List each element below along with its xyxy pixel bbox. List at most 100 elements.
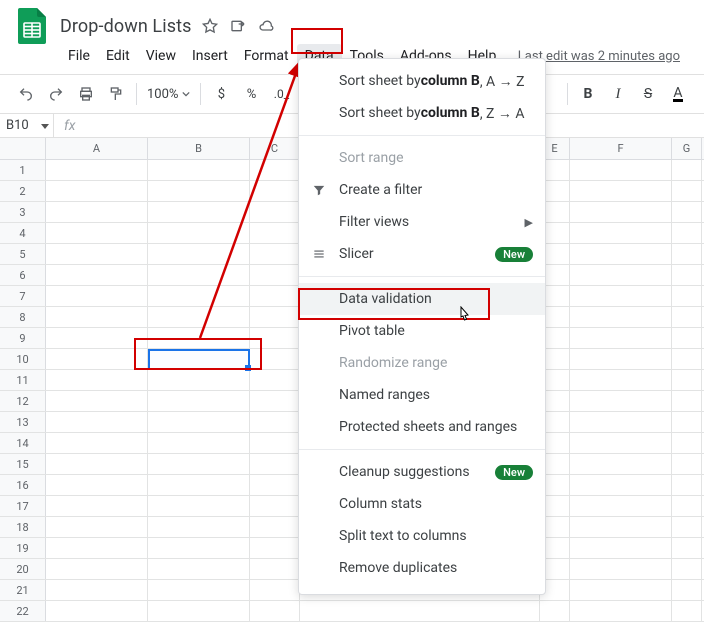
cell[interactable] [540,601,570,621]
cell[interactable] [46,328,148,348]
cell[interactable] [250,328,300,348]
menu-insert[interactable]: Insert [184,44,236,68]
move-icon[interactable] [229,17,247,35]
cell[interactable] [672,559,702,579]
strikethrough-button[interactable]: S [634,80,662,108]
row-header[interactable]: 20 [0,559,46,579]
row-header[interactable]: 11 [0,370,46,390]
cell[interactable] [250,181,300,201]
cell[interactable] [148,412,250,432]
cell[interactable] [46,223,148,243]
cell[interactable] [148,538,250,558]
cell[interactable] [250,433,300,453]
cell[interactable] [46,454,148,474]
cell[interactable] [570,286,672,306]
cell[interactable] [570,328,672,348]
cell[interactable] [250,265,300,285]
cell[interactable] [570,454,672,474]
cell[interactable] [250,538,300,558]
cell[interactable] [148,328,250,348]
cell[interactable] [46,244,148,264]
cell[interactable] [148,160,250,180]
row-header[interactable]: 4 [0,223,46,243]
cell[interactable] [148,202,250,222]
zoom-select[interactable]: 100% [143,87,194,102]
row-header[interactable]: 16 [0,475,46,495]
cell[interactable] [250,307,300,327]
cell[interactable] [250,496,300,516]
cell[interactable] [148,307,250,327]
cell[interactable] [250,286,300,306]
cell[interactable] [46,412,148,432]
text-color-button[interactable]: A [664,80,692,108]
cell[interactable] [148,433,250,453]
paint-format-button[interactable] [102,80,130,108]
cell[interactable] [250,160,300,180]
cell[interactable] [250,202,300,222]
menu-column-stats[interactable]: Column stats [299,488,545,520]
row-header[interactable]: 2 [0,181,46,201]
cell[interactable] [570,517,672,537]
cell[interactable] [570,244,672,264]
row-header[interactable]: 3 [0,202,46,222]
row-header[interactable]: 8 [0,307,46,327]
cell[interactable] [250,244,300,264]
redo-button[interactable] [42,80,70,108]
star-icon[interactable] [201,17,219,35]
cell[interactable] [672,433,702,453]
cell[interactable] [46,580,148,600]
row-header[interactable]: 18 [0,517,46,537]
row-header[interactable]: 14 [0,433,46,453]
menu-protected-sheets[interactable]: Protected sheets and ranges [299,411,545,443]
cell[interactable] [570,538,672,558]
menu-create-filter[interactable]: Create a filter [299,174,545,206]
cell[interactable] [148,559,250,579]
cell[interactable] [672,328,702,348]
cell[interactable] [672,202,702,222]
row-header[interactable]: 21 [0,580,46,600]
print-button[interactable] [72,80,100,108]
undo-button[interactable] [12,80,40,108]
col-header[interactable]: F [570,138,672,159]
cell[interactable] [672,265,702,285]
row-header[interactable]: 12 [0,391,46,411]
bold-button[interactable]: B [574,80,602,108]
select-all-corner[interactable] [0,138,46,159]
cell[interactable] [148,286,250,306]
menu-file[interactable]: File [60,44,98,68]
cell[interactable] [672,601,702,621]
cell[interactable] [570,559,672,579]
cell[interactable] [672,454,702,474]
menu-format[interactable]: Format [236,44,297,68]
cell[interactable] [672,160,702,180]
decrease-decimal-button[interactable]: .0_ [267,80,295,108]
cell[interactable] [148,370,250,390]
cell[interactable] [148,391,250,411]
cell[interactable] [250,454,300,474]
grid-row[interactable]: 22 [0,601,704,622]
cell[interactable] [46,160,148,180]
menu-named-ranges[interactable]: Named ranges [299,379,545,411]
cell[interactable] [148,349,250,369]
cell[interactable] [672,244,702,264]
cell[interactable] [570,475,672,495]
cell[interactable] [148,601,250,621]
cell[interactable] [46,202,148,222]
cell[interactable] [46,433,148,453]
sheets-logo-icon[interactable] [14,8,50,44]
cell[interactable] [46,496,148,516]
cell[interactable] [46,391,148,411]
cell[interactable] [148,496,250,516]
cell[interactable] [46,286,148,306]
name-box[interactable]: B10 [0,114,54,138]
cell[interactable] [570,496,672,516]
percent-button[interactable]: % [237,80,265,108]
row-header[interactable]: 9 [0,328,46,348]
cell[interactable] [672,349,702,369]
cell[interactable] [46,181,148,201]
row-header[interactable]: 22 [0,601,46,621]
row-header[interactable]: 17 [0,496,46,516]
col-header[interactable]: C [250,138,300,159]
cell[interactable] [672,391,702,411]
cell[interactable] [250,391,300,411]
